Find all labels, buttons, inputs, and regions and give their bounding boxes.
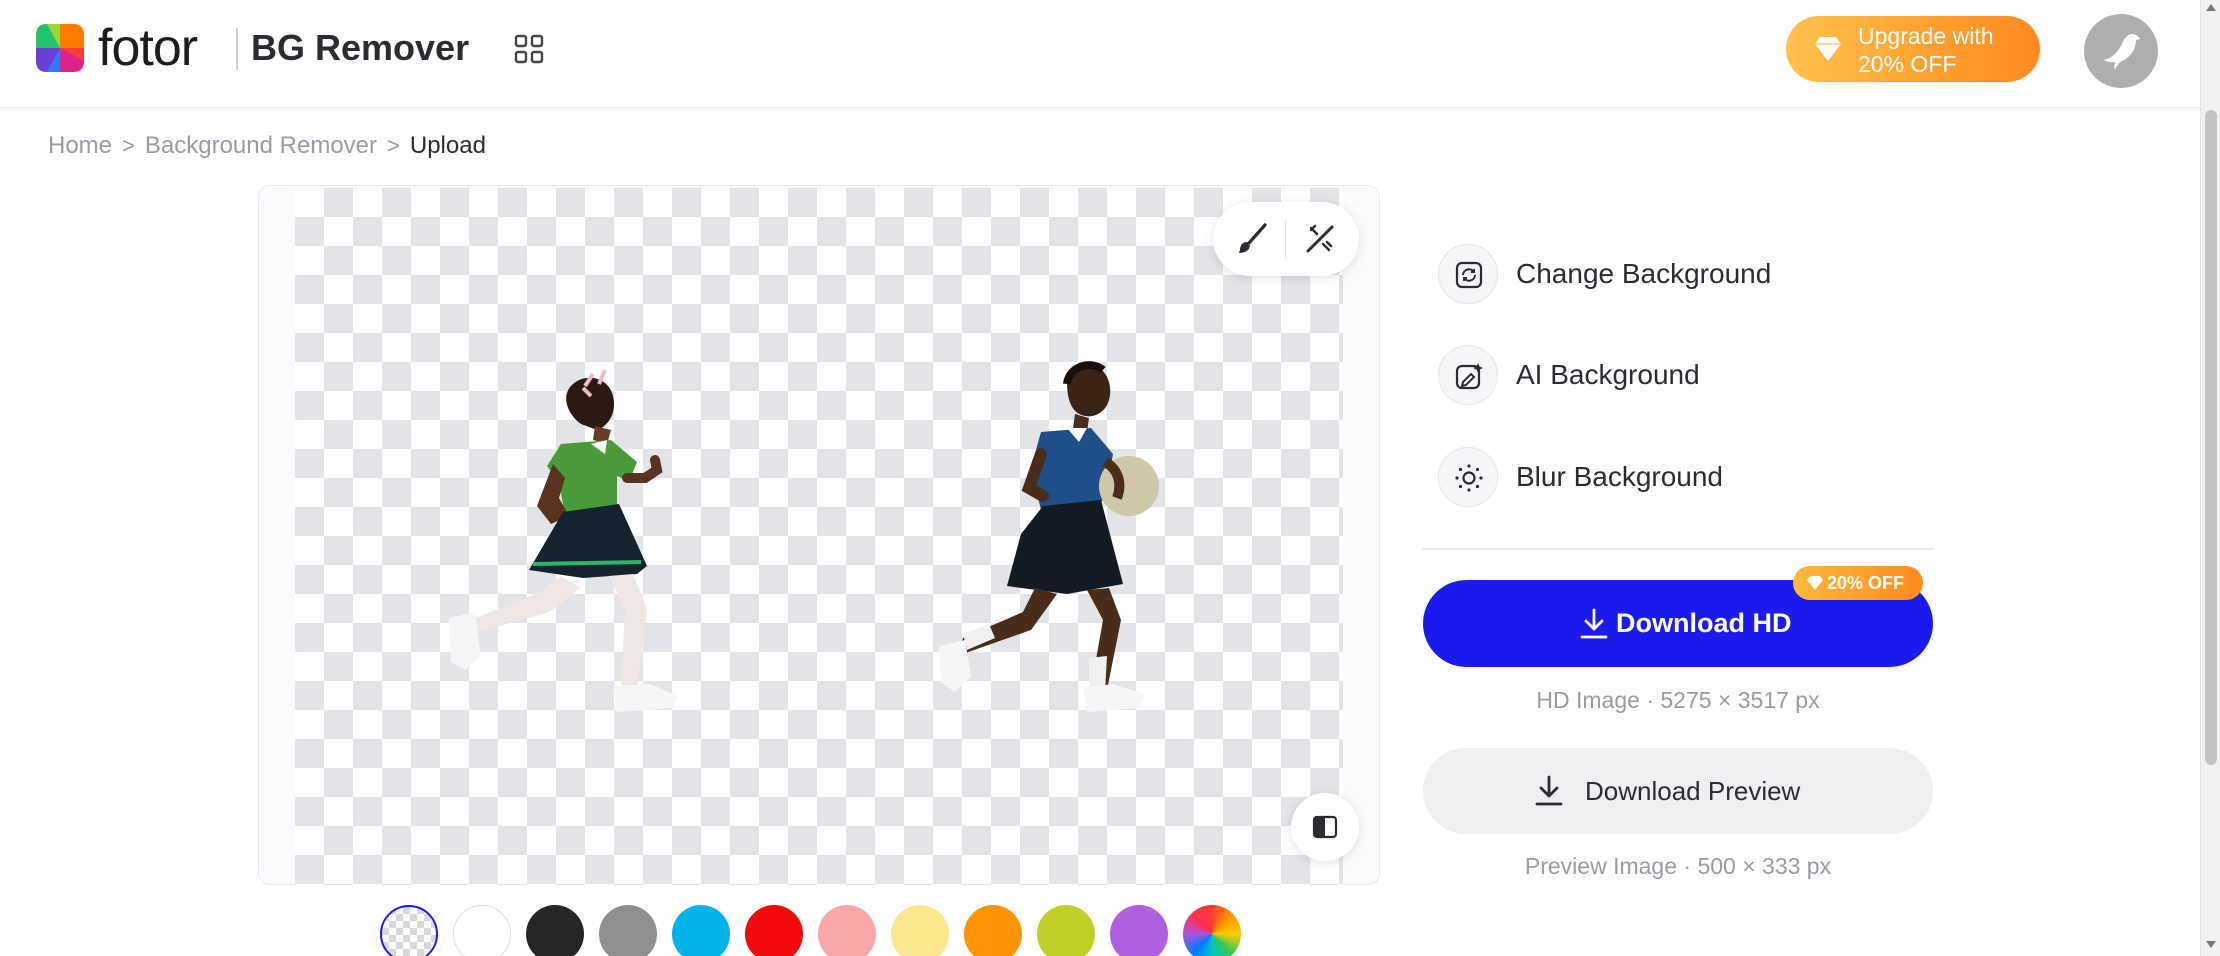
breadcrumb: Home > Background Remover > Upload — [48, 131, 486, 161]
swatch-orange[interactable] — [964, 905, 1022, 956]
download-hd-label: Download HD — [1616, 608, 1792, 638]
swatch-lime[interactable] — [1037, 905, 1095, 956]
top-header: fotor BG Remover Upgrade with 20% OFF — [0, 0, 2200, 108]
grid-apps-icon[interactable] — [514, 34, 544, 64]
option-change-background[interactable]: Change Background — [1438, 242, 1771, 306]
compare-button[interactable] — [1291, 793, 1359, 861]
scroll-thumb[interactable] — [2205, 110, 2217, 765]
upgrade-label: Upgrade with 20% OFF — [1858, 23, 1994, 77]
preview-image-info: Preview Image · 500 × 333 px — [1524, 853, 1832, 879]
image-canvas — [258, 185, 1380, 885]
option-label: Blur Background — [1516, 461, 1724, 492]
swatch-white[interactable] — [453, 905, 511, 956]
cutout-subject-boy — [939, 361, 1159, 712]
ai-background-icon-wrap — [1438, 345, 1498, 405]
blur-background-icon — [1455, 464, 1483, 492]
product-name: BG Remover — [251, 27, 470, 68]
breadcrumb-separator: > — [122, 133, 135, 158]
swatch-transparent[interactable] — [380, 905, 438, 956]
upgrade-button[interactable]: Upgrade with 20% OFF — [1786, 16, 2040, 82]
option-label: Change Background — [1516, 258, 1772, 289]
ai-background-icon — [1455, 363, 1483, 390]
page-scrollbar[interactable] — [2200, 0, 2220, 956]
bird-avatar-icon — [2104, 34, 2140, 70]
download-icon — [1580, 608, 1608, 639]
fotor-logo-icon[interactable] — [36, 24, 84, 72]
download-preview-button[interactable]: Download Preview — [1423, 748, 1933, 834]
swatch-purple[interactable] — [1110, 905, 1168, 956]
option-blur-background[interactable]: Blur Background — [1438, 445, 1723, 509]
magic-eraser-icon[interactable] — [1303, 222, 1337, 256]
transparent-checkerboard — [295, 188, 1343, 885]
diamond-icon — [1807, 576, 1823, 590]
swatch-custom-color[interactable] — [1183, 905, 1241, 956]
download-preview-label: Download Preview — [1585, 776, 1801, 806]
avatar[interactable] — [2084, 14, 2158, 88]
discount-badge-label: 20% OFF — [1827, 573, 1905, 593]
discount-badge: 20% OFF — [1793, 566, 1923, 600]
change-background-icon-wrap — [1438, 244, 1498, 304]
swatch-pink[interactable] — [818, 905, 876, 956]
download-icon — [1535, 775, 1563, 806]
change-background-icon — [1455, 261, 1483, 289]
compare-icon — [1312, 815, 1338, 839]
swatch-red[interactable] — [745, 905, 803, 956]
scroll-up-arrow-icon[interactable] — [2206, 4, 2216, 11]
blur-background-icon-wrap — [1438, 447, 1498, 507]
breadcrumb-current: Upload — [409, 132, 486, 159]
breadcrumb-home[interactable]: Home — [48, 131, 112, 161]
swatch-black[interactable] — [526, 905, 584, 956]
breadcrumb-separator: > — [387, 133, 400, 158]
edit-tools — [1213, 202, 1359, 276]
logo-text[interactable]: fotor — [98, 20, 198, 76]
breadcrumb-background-remover[interactable]: Background Remover — [145, 131, 377, 161]
option-label: AI Background — [1516, 359, 1700, 390]
brush-icon[interactable] — [1235, 222, 1269, 256]
cutout-subject-girl — [449, 369, 677, 712]
hd-image-info: HD Image · 5275 × 3517 px — [1536, 687, 1820, 713]
option-ai-background[interactable]: AI Background — [1438, 343, 1700, 407]
diamond-icon — [1815, 37, 1841, 61]
swatch-yellow[interactable] — [891, 905, 949, 956]
swatch-gray[interactable] — [599, 905, 657, 956]
tools-divider — [1285, 220, 1286, 258]
logo-divider — [236, 28, 238, 70]
panel-divider — [1422, 548, 1934, 550]
swatch-cyan[interactable] — [672, 905, 730, 956]
scroll-down-arrow-icon[interactable] — [2206, 941, 2216, 948]
